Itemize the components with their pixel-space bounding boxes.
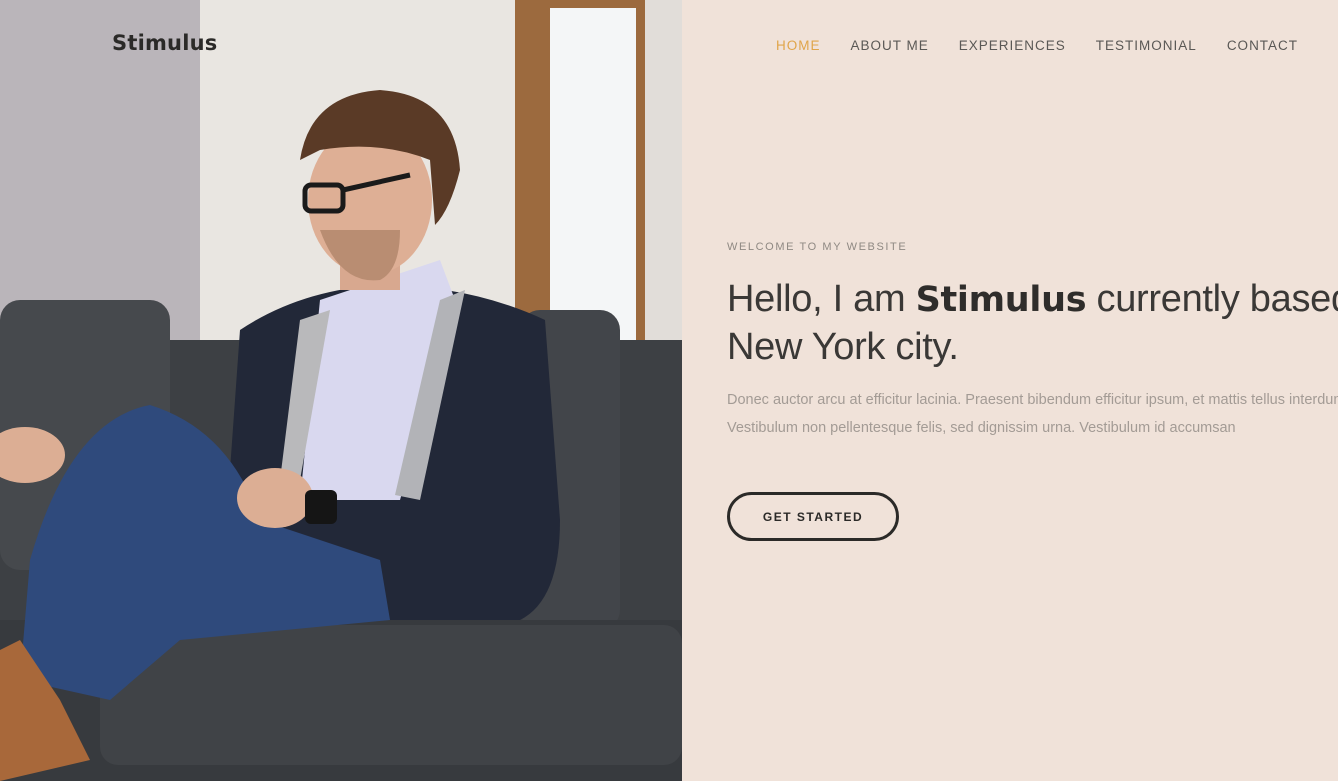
- site-logo[interactable]: Stimulus: [112, 31, 217, 55]
- hero-eyebrow: WELCOME TO MY WEBSITE: [727, 241, 908, 253]
- hero-content: WELCOME TO MY WEBSITE Hello, I am Stimul…: [727, 0, 1338, 781]
- hero-photo: [0, 0, 682, 781]
- headline-name: Stimulus: [915, 280, 1087, 320]
- hero-headline: Hello, I am Stimulus currently based in …: [727, 276, 1338, 371]
- headline-intro: Hello, I am: [727, 278, 916, 320]
- get-started-button[interactable]: GET STARTED: [727, 492, 899, 541]
- hero-description: Donec auctor arcu at efficitur lacinia. …: [727, 392, 1338, 436]
